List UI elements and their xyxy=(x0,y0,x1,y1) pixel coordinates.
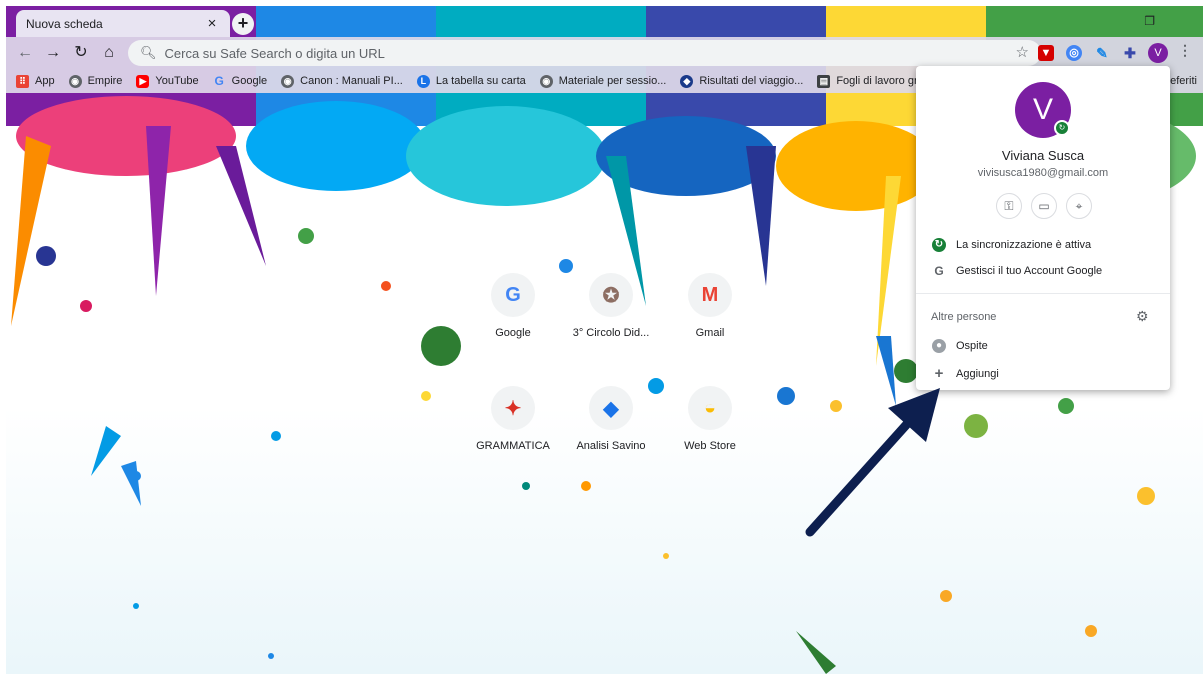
shortcut-gmail[interactable]: M Gmail xyxy=(660,273,760,339)
add-label: Aggiungi xyxy=(956,368,999,380)
bookmark-label: Canon : Manuali PI... xyxy=(300,75,403,87)
pen-extension-icon[interactable]: ✎ xyxy=(1094,45,1110,61)
sheet-icon: ▤ xyxy=(817,74,831,88)
globe-icon: ◉ xyxy=(68,74,82,88)
shortcut-label: 3° Circolo Did... xyxy=(572,327,650,339)
shortcut-circolo[interactable]: ✪ 3° Circolo Did... xyxy=(561,273,661,339)
bookmark-item[interactable]: ◉ Canon : Manuali PI... xyxy=(281,74,403,88)
guest-profile-row[interactable]: ● Ospite xyxy=(916,334,1170,358)
shortcut-google[interactable]: G Google xyxy=(463,273,563,339)
address-bar[interactable]: 🔍︎ Cerca su Safe Search o digita un URL … xyxy=(128,40,1041,66)
gear-icon[interactable]: ⚙ xyxy=(1136,308,1149,325)
guest-label: Ospite xyxy=(956,340,988,352)
shortcut-web-store[interactable]: ◒ Web Store xyxy=(660,386,760,452)
bookmark-item[interactable]: ▤ Fogli di lavoro grat xyxy=(817,74,927,88)
annotation-arrow-icon xyxy=(805,388,940,537)
new-tab-button[interactable]: + xyxy=(232,13,254,35)
tab-strip: Nuova scheda × + ❐ xyxy=(6,6,1203,37)
shortcut-label: Google xyxy=(495,327,531,339)
forward-arrow-icon[interactable]: → xyxy=(42,42,64,64)
tab-nuova-scheda[interactable]: Nuova scheda × xyxy=(16,10,230,37)
bookmark-label: App xyxy=(35,75,55,87)
search-icon: 🔍︎ xyxy=(140,45,157,60)
bookmark-item[interactable]: ⠿ App xyxy=(16,74,55,88)
reload-icon[interactable]: ↻ xyxy=(70,42,92,64)
bookmark-label: Materiale per sessio... xyxy=(558,75,667,87)
youtube-icon: ▶ xyxy=(136,74,150,88)
globe-icon: L xyxy=(416,74,430,88)
bookmark-item[interactable]: ◆ Risultati del viaggio... xyxy=(680,74,804,88)
puzzle-extensions-icon[interactable]: ✚ xyxy=(1122,45,1138,61)
emblem-icon: ✪ xyxy=(589,273,633,317)
address-pin-icon[interactable]: ⌖ xyxy=(1066,193,1092,219)
bookmark-item[interactable]: L La tabella su carta xyxy=(416,74,526,88)
screenshot: Nuova scheda × + ❐ ← → ↻ ⌂ 🔍︎ Cerca su S… xyxy=(0,0,1203,674)
other-people-heading: Altre persone xyxy=(931,311,997,323)
gmail-icon: M xyxy=(688,273,732,317)
passwords-key-icon[interactable]: ⚿ xyxy=(996,193,1022,219)
route-icon: ◆ xyxy=(680,74,694,88)
restore-window-icon[interactable]: ❐ xyxy=(1144,14,1155,28)
web-store-icon: ◒ xyxy=(688,386,732,430)
profile-quick-actions: ⚿ ▭ ⌖ xyxy=(996,193,1092,219)
add-profile-row[interactable]: + Aggiungi xyxy=(916,362,1170,386)
profile-name: Viviana Susca xyxy=(1001,148,1085,163)
payment-card-icon[interactable]: ▭ xyxy=(1031,193,1057,219)
sync-icon: ↻ xyxy=(932,238,946,252)
shield-extension-icon[interactable]: ▼ xyxy=(1038,45,1054,61)
shortcut-label: Gmail xyxy=(695,327,725,339)
profile-email: vivisusca1980@gmail.com xyxy=(977,167,1109,179)
bookmark-label: La tabella su carta xyxy=(435,75,526,87)
bookmark-item[interactable]: ◉ Empire xyxy=(68,74,123,88)
bookmark-label: Fogli di lavoro grat xyxy=(836,75,927,87)
other-bookmarks-label[interactable]: eferiti xyxy=(1170,75,1197,87)
profile-menu-popup: V ↻ Viviana Susca vivisusca1980@gmail.co… xyxy=(916,66,1170,390)
home-icon[interactable]: ⌂ xyxy=(98,42,120,64)
menu-kebab-icon[interactable]: ⋮ xyxy=(1178,42,1192,59)
shortcut-label: Web Store xyxy=(684,440,736,452)
sync-badge-icon: ↻ xyxy=(1054,120,1070,136)
globe-icon: ✦ xyxy=(491,386,535,430)
close-tab-icon[interactable]: × xyxy=(204,15,220,32)
bookmark-label: Google xyxy=(231,75,268,87)
bookmark-label: Risultati del viaggio... xyxy=(699,75,804,87)
bookmark-label: Empire xyxy=(87,75,123,87)
shortcut-grammatica[interactable]: ✦ GRAMMATICA xyxy=(463,386,563,452)
drop-icon: ◆ xyxy=(589,386,633,430)
back-arrow-icon[interactable]: ← xyxy=(14,42,36,64)
shortcut-label: GRAMMATICA xyxy=(476,440,550,452)
bookmark-item[interactable]: G Google xyxy=(213,73,268,88)
google-icon: G xyxy=(214,73,224,88)
address-bar-placeholder: Cerca su Safe Search o digita un URL xyxy=(164,45,385,61)
sync-status-row[interactable]: ↻ La sincronizzazione è attiva xyxy=(916,233,1170,257)
manage-account-row[interactable]: G Gestisci il tuo Account Google xyxy=(916,259,1170,283)
shortcut-label: Analisi Savino xyxy=(576,440,646,452)
person-icon: ● xyxy=(932,339,946,353)
bookmark-star-icon[interactable]: ☆ xyxy=(1016,43,1029,61)
plus-icon: + xyxy=(934,365,944,382)
browser-toolbar: ← → ↻ ⌂ 🔍︎ Cerca su Safe Search o digita… xyxy=(6,37,1203,69)
google-icon: G xyxy=(934,264,944,278)
tab-title: Nuova scheda xyxy=(26,16,103,31)
bookmark-item[interactable]: ◉ Materiale per sessio... xyxy=(539,74,667,88)
globe-icon: ◉ xyxy=(281,74,295,88)
globe-icon: ◉ xyxy=(539,74,553,88)
shortcut-analisi-savino[interactable]: ◆ Analisi Savino xyxy=(561,386,661,452)
divider xyxy=(916,293,1170,294)
search-extension-icon[interactable]: ◎ xyxy=(1066,45,1082,61)
google-icon: G xyxy=(491,273,535,317)
manage-account-label: Gestisci il tuo Account Google xyxy=(956,265,1103,277)
profile-avatar-button[interactable]: V xyxy=(1148,43,1168,63)
bookmark-item[interactable]: ▶ YouTube xyxy=(136,74,199,88)
sync-status-label: La sincronizzazione è attiva xyxy=(956,239,1092,251)
bookmark-label: YouTube xyxy=(155,75,199,87)
apps-grid-icon: ⠿ xyxy=(16,74,29,88)
